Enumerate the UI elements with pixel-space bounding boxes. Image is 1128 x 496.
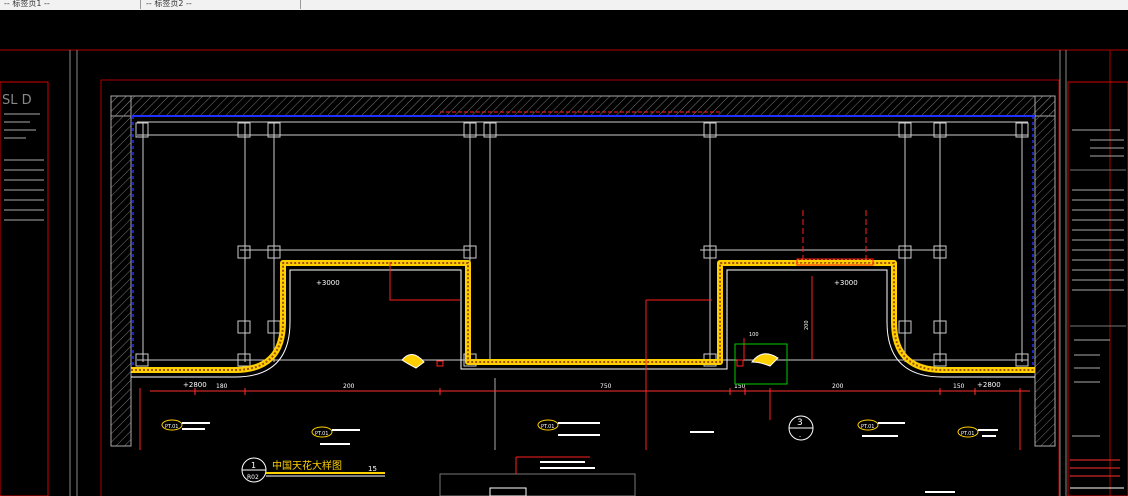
dimension-label: 750 (600, 383, 612, 390)
drawing-title-scale: 15 (368, 465, 377, 473)
title-block-logo: SL D (2, 93, 32, 108)
dimension-label: 200 (832, 383, 844, 390)
dimension-label: 200 (343, 383, 355, 390)
next-detail-fragment (439, 456, 1124, 496)
material-tag: PT.01 (315, 431, 328, 437)
drawing-title-sheet: R02 (247, 474, 259, 481)
material-tag: PT.01 (961, 431, 974, 437)
dimension-label: 200 (804, 320, 810, 330)
structural-slab (110, 95, 1056, 447)
elevation-label: +2800 (183, 381, 207, 389)
elevation-label: +2800 (977, 381, 1001, 389)
drawing-title: 1 R02 中国天花大样图 15 (241, 457, 385, 483)
dimension-label: 180 (216, 383, 228, 390)
title-block-right (1067, 81, 1128, 496)
document-tab-1[interactable]: -- 标签页1 -- (0, 0, 141, 9)
elevation-label: +3000 (834, 279, 858, 287)
material-tag: PT.01 (861, 424, 874, 430)
elevation-label: +3000 (316, 279, 340, 287)
title-block-left: SL D (0, 81, 49, 496)
document-tab-2[interactable]: -- 标签页2 -- (142, 0, 301, 9)
cad-canvas[interactable]: SL D 180 200 750 150 200 150 100 200 +30… (0, 10, 1128, 496)
material-tag: PT.01 (165, 424, 178, 430)
detail-callout-number: 3 (797, 418, 803, 428)
detail-callout-sheet: - (799, 433, 801, 440)
ceiling-profile (131, 258, 1035, 378)
material-tag: PT.01 (541, 424, 554, 430)
drawing-title-number: 1 (251, 461, 256, 470)
dimension-label: 100 (749, 332, 759, 338)
elevation-markers: +3000 +3000 +2800 +2800 (183, 279, 1001, 389)
material-tags: PT.01 PT.01 PT.01 PT.01 PT.01 (161, 419, 998, 445)
document-tab-bar: -- 标签页1 -- -- 标签页2 -- (0, 0, 1128, 10)
dimension-label: 150 (953, 383, 965, 390)
drawing-title-text: 中国天花大样图 (272, 459, 342, 472)
